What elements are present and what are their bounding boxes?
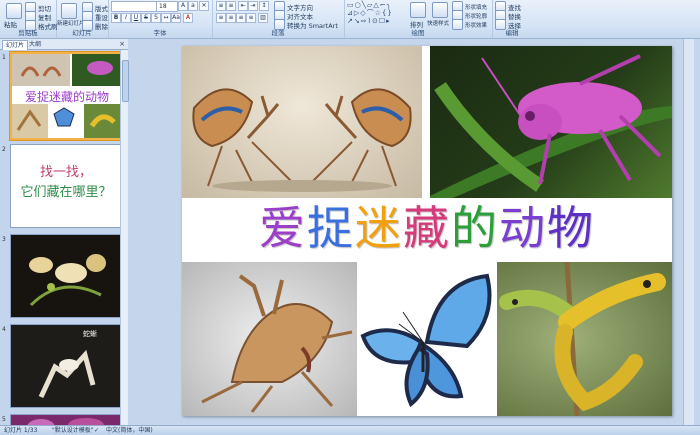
title-char: 动 [499, 201, 547, 255]
slide-number: 2 [2, 146, 6, 153]
panel-scrollbar[interactable] [120, 50, 129, 425]
slides-panel: 幻灯片 大纲 × 1 爱捉迷藏的动物 2 找一找， 它们藏在哪里？ 3 4 蛇蜥… [0, 39, 129, 425]
title-char: 爱 [259, 201, 307, 255]
align-center-icon[interactable]: ≡ [226, 13, 236, 23]
thumbnail-1-title: 爱捉迷藏的动物 [24, 90, 109, 104]
underline-icon[interactable]: U [131, 13, 141, 23]
align-left-icon[interactable]: ≡ [216, 13, 226, 23]
slide-scrollbar[interactable] [683, 39, 694, 425]
title-char: 迷 [355, 201, 403, 255]
italic-icon[interactable]: I [121, 13, 131, 23]
quick-styles-icon[interactable] [432, 2, 448, 18]
paragraph-label: 段落 [271, 29, 285, 37]
columns-icon[interactable]: ▥ [258, 13, 268, 23]
slide-thumbnail-1[interactable]: 爱捉迷藏的动物 [10, 52, 121, 140]
arrange-icon[interactable] [410, 2, 426, 18]
justify-icon[interactable]: ≡ [246, 13, 256, 23]
font-color-icon[interactable]: A [183, 13, 193, 23]
mantises-image [192, 88, 412, 192]
paragraph-group: ≡ ≡ ⇤ ⇥ ↕ ≡ ≡ ≡ ≡ ▥ 文字方向 对齐文本 转换为 SmartA… [212, 0, 345, 38]
clipboard-group: 粘贴 剪切 复制 格式刷 剪贴板 [0, 0, 58, 38]
paste-icon[interactable] [6, 3, 22, 19]
title-char: 的 [451, 201, 499, 255]
change-case-icon[interactable]: Aa [171, 13, 181, 23]
panel-scrollbar-thumb[interactable] [122, 60, 129, 102]
bold-icon[interactable]: B [111, 13, 121, 23]
katydid-image [430, 54, 672, 198]
decrease-indent-icon[interactable]: ⇤ [238, 1, 248, 11]
thumbnail-2-line1: 找一找， [39, 165, 92, 180]
font-group: 18 A a ✕ B I U S S ↔ Aa A 字体 [108, 0, 213, 38]
tab-outline[interactable]: 大纲 [26, 40, 44, 49]
ribbon: 粘贴 剪切 复制 格式刷 剪贴板 新建幻灯片 版式 重设 删除 幻灯片 18 A… [0, 0, 700, 39]
title-char: 捉 [307, 201, 355, 255]
slide-canvas[interactable]: 爱捉迷藏的动物 [182, 46, 672, 416]
drawing-label: 绘图 [411, 29, 425, 37]
quick-styles-button[interactable]: 快速样式 [427, 19, 449, 27]
thumbnail-3-art [11, 235, 121, 317]
tab-slides[interactable]: 幻灯片 [2, 40, 29, 50]
slides-label: 幻灯片 [72, 29, 92, 37]
increase-indent-icon[interactable]: ⇥ [248, 1, 258, 11]
leaf-mantis-image [201, 274, 353, 413]
align-right-icon[interactable]: ≡ [236, 13, 246, 23]
bullets-icon[interactable]: ≡ [216, 1, 226, 11]
shapes-gallery[interactable]: ▭○╲▱△⌐╮ ⊿▷◇⌒☆{} ↗↘⇨⌇⊙☐▸ [347, 1, 403, 25]
thumbnail-2-line2: 它们藏在哪里？ [20, 185, 112, 200]
shadow-icon[interactable]: S [151, 13, 161, 23]
slides-group: 新建幻灯片 版式 重设 删除 幻灯片 [56, 0, 109, 38]
title-char: 藏 [403, 201, 451, 255]
slide-thumbnail-4[interactable]: 蛇蜥 [10, 324, 121, 408]
editing-label: 编辑 [505, 29, 519, 37]
slide-thumbnail-2[interactable]: 找一找， 它们藏在哪里？ [10, 144, 121, 228]
slide-title[interactable]: 爱捉迷藏的动物 [182, 198, 672, 258]
clear-format-icon[interactable]: ✕ [199, 1, 209, 11]
shrink-font-icon[interactable]: a [188, 1, 198, 11]
slide-number: 5 [2, 416, 6, 423]
thumbnail-4-caption: 蛇蜥 [83, 330, 97, 338]
clipboard-label: 剪贴板 [18, 29, 38, 37]
slide-number: 3 [2, 236, 6, 243]
grow-font-icon[interactable]: A [178, 1, 188, 11]
font-size-combo[interactable]: 18 [156, 1, 178, 12]
drawing-group: ▭○╲▱△⌐╮ ⊿▷◇⌒☆{} ↗↘⇨⌇⊙☐▸ 排列 快速样式 形状填充 形状轮廓 … [344, 0, 493, 38]
thumbnail-list[interactable]: 1 爱捉迷藏的动物 2 找一找， 它们藏在哪里？ 3 4 蛇蜥 5 [0, 50, 121, 425]
panel-tabs: 幻灯片 大纲 × [0, 39, 128, 50]
font-name-combo[interactable] [111, 1, 157, 12]
slide-thumbnail-3[interactable] [10, 234, 121, 318]
line-spacing-icon[interactable]: ↕ [259, 1, 269, 11]
photo-leaf-mantis[interactable] [182, 262, 357, 416]
slide-number: 4 [2, 326, 6, 333]
photo-mantises[interactable] [182, 46, 422, 198]
butterfly-image [360, 273, 492, 408]
photo-butterfly[interactable] [357, 262, 497, 416]
title-char: 物 [547, 201, 595, 255]
editing-group: 查找 替换 选择 编辑 [492, 0, 532, 38]
caterpillar-image [499, 262, 666, 416]
font-label: 字体 [153, 29, 167, 37]
photo-caterpillar[interactable] [497, 262, 672, 416]
strikethrough-icon[interactable]: S [141, 13, 151, 23]
spacing-icon[interactable]: ↔ [161, 13, 171, 23]
slide-number: 1 [2, 54, 6, 61]
thumbnail-4-art [11, 325, 121, 407]
photo-pink-katydid[interactable] [430, 46, 672, 198]
new-slide-icon[interactable] [61, 3, 77, 19]
new-slide-button[interactable]: 新建幻灯片 [57, 19, 85, 27]
close-icon[interactable]: × [119, 40, 125, 48]
numbering-icon[interactable]: ≡ [226, 1, 236, 11]
slide-thumbnail-5[interactable] [10, 414, 121, 425]
thumbnail-5-art [11, 415, 121, 425]
